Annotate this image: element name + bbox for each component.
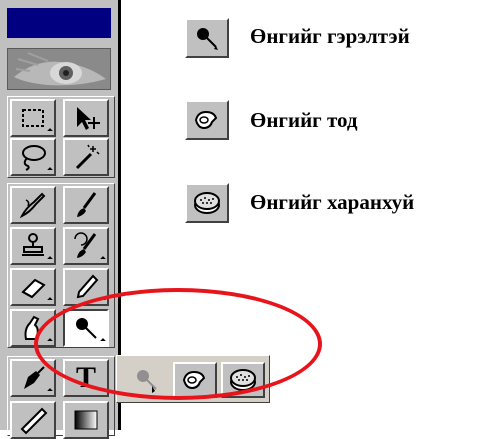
legend-burn-label: Өнгийг тод xyxy=(250,108,358,132)
selection-tools-group xyxy=(7,96,115,178)
legend-dodge-icon-box xyxy=(185,18,229,58)
toolbox-logo[interactable] xyxy=(7,48,111,90)
legend-sponge-label: Өнгийг харанхуй xyxy=(250,190,415,214)
airbrush-icon xyxy=(19,192,46,219)
magic-wand-icon xyxy=(75,144,100,170)
magic-wand-tool[interactable] xyxy=(63,138,109,176)
stamp-icon xyxy=(22,233,44,256)
brush-tool[interactable] xyxy=(63,186,109,224)
stamp-tool[interactable] xyxy=(10,227,56,265)
measure-tool[interactable] xyxy=(10,401,56,439)
gradient-tool[interactable] xyxy=(63,401,109,439)
move-tool[interactable] xyxy=(63,99,109,137)
dodge-icon xyxy=(197,28,218,50)
airbrush-tool[interactable] xyxy=(10,186,56,224)
history-brush-tool[interactable] xyxy=(63,227,109,265)
legend-burn-icon-box xyxy=(185,100,229,140)
rect-marquee-icon xyxy=(22,109,44,127)
eraser-tool[interactable] xyxy=(10,268,56,306)
measure-icon xyxy=(20,407,48,435)
lasso-icon xyxy=(22,145,46,171)
brush-icon xyxy=(77,192,97,217)
gradient-icon xyxy=(74,410,98,430)
toolbox-titlebar[interactable] xyxy=(7,8,111,38)
eraser-icon xyxy=(21,278,46,299)
burn-icon xyxy=(194,110,218,130)
legend-sponge-icon-box xyxy=(185,183,229,223)
lasso-tool[interactable] xyxy=(10,138,56,176)
move-icon xyxy=(77,107,100,130)
pen-icon xyxy=(24,366,45,389)
sponge-icon xyxy=(194,192,220,214)
legend-dodge-label: Өнгийг гэрэлтэй xyxy=(250,24,410,48)
highlight-ellipse xyxy=(34,288,322,400)
history-brush-icon xyxy=(74,232,97,258)
marquee-tool[interactable] xyxy=(10,99,56,137)
eye-logo-icon xyxy=(8,49,110,89)
